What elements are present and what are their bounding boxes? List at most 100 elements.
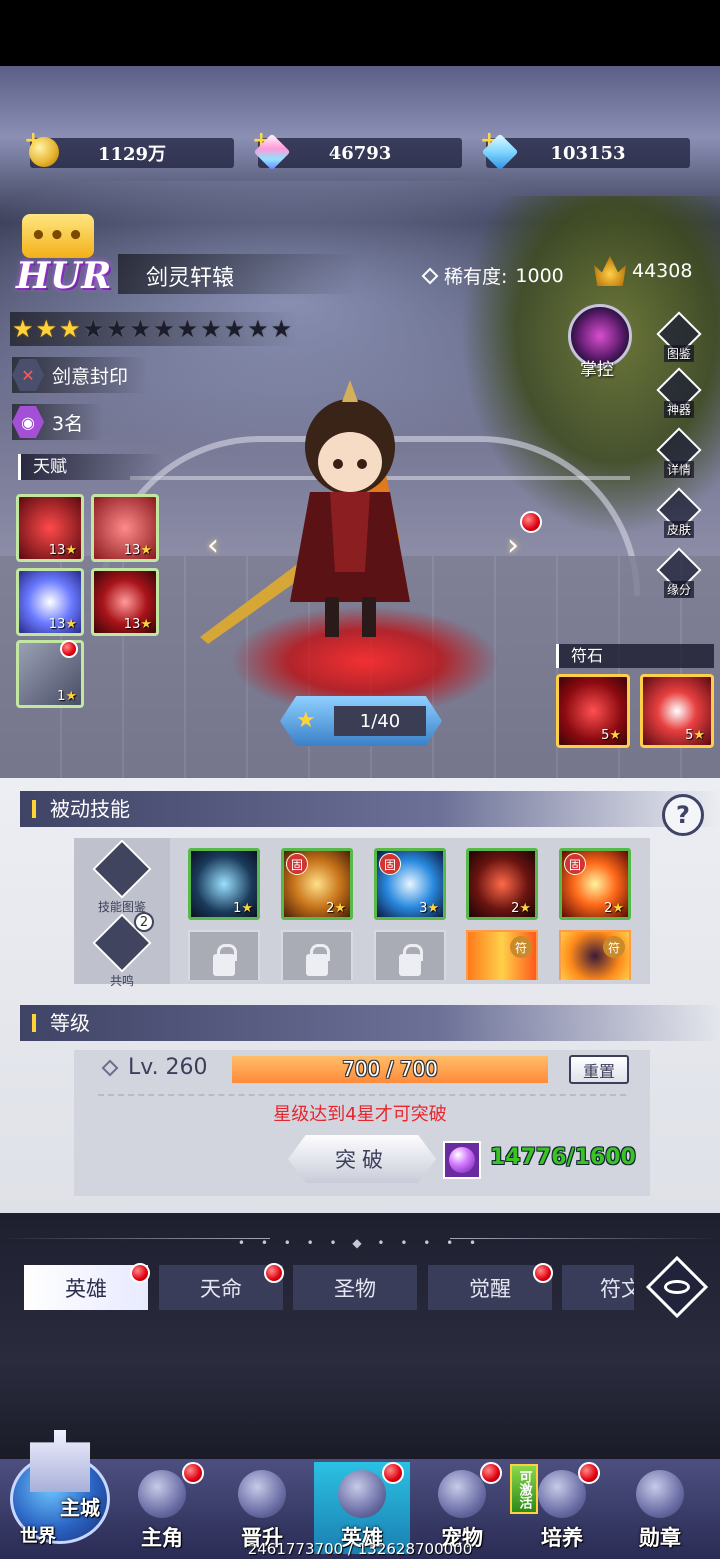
gold-counter[interactable]: + 1129万 [24, 128, 234, 168]
talent-skill-level: 13 [48, 617, 66, 632]
medal-icon [636, 1470, 684, 1518]
talent-skill-2[interactable]: 13★ [91, 494, 159, 562]
passive-skill-4[interactable]: 2★ [466, 848, 538, 920]
tab-relic[interactable]: 圣物 [293, 1265, 417, 1310]
skill-catalog-button[interactable]: 技能图鉴 [86, 839, 158, 915]
rank-tag[interactable]: ◉ 3名 [12, 404, 104, 440]
rune-skill-tag: 符 [510, 936, 532, 958]
book-icon [92, 839, 152, 899]
star-icon: ★ [200, 315, 222, 343]
passive-skill-3[interactable]: 固 3★ [374, 848, 446, 920]
star-icon: ★ [35, 315, 58, 343]
locked-skill-slot[interactable] [374, 930, 446, 980]
star-icon: ★ [65, 617, 77, 632]
star-icon: ★ [140, 543, 152, 558]
main-city-label: 主城 [60, 1496, 100, 1520]
chat-bubble-icon[interactable]: ••• [22, 214, 94, 258]
catalog-button[interactable]: 图鉴 [656, 311, 702, 362]
star-icon: ★ [612, 901, 624, 916]
star-icon: ★ [140, 617, 152, 632]
main-city-button[interactable]: 主城 世界 [4, 1430, 112, 1550]
star-rating: ★ ★ ★ ★ ★ ★ ★ ★ ★ ★ ★ ★ [10, 312, 300, 346]
details-label: 详情 [663, 461, 694, 478]
rune-slot-2[interactable]: 5★ [640, 674, 714, 748]
notification-dot [480, 1462, 502, 1484]
material-count: 14776/1600 [490, 1145, 636, 1170]
rune-skill-tag: 符 [603, 936, 625, 958]
gold-value: 1129万 [97, 144, 167, 165]
skin-label: 皮肤 [663, 521, 694, 538]
passive-skill-2[interactable]: 固 2★ [281, 848, 353, 920]
passive-skill-1[interactable]: 1★ [188, 848, 260, 920]
crossed-swords-icon: ✕ [12, 359, 44, 391]
diamond-value: 103153 [550, 142, 626, 164]
hero-figure[interactable] [200, 372, 450, 662]
details-button[interactable]: 详情 [656, 427, 702, 478]
artifact-button[interactable]: 神器 [656, 367, 702, 418]
rarity-value: 1000 [515, 264, 564, 287]
notification-dot [533, 1263, 553, 1283]
purple-orb-icon [443, 1141, 481, 1179]
talent-skill-level: 13 [123, 617, 141, 632]
help-button[interactable]: ? [662, 794, 704, 836]
notification-dot [520, 511, 542, 533]
castle-icon [30, 1430, 90, 1492]
seal-tag[interactable]: ✕ 剑意封印 [12, 357, 149, 393]
level-text: Lv. 260 [101, 1055, 208, 1080]
resonance-label: 共鸣 [109, 974, 134, 988]
star-icon: ★ [82, 315, 105, 343]
crystal-icon: + [252, 128, 292, 172]
notification-dot [130, 1263, 150, 1283]
passive-skill-tag: 固 [379, 853, 401, 875]
lock-icon [399, 944, 423, 976]
lock-icon [213, 944, 237, 976]
fate-button[interactable]: 缘分 [656, 547, 702, 598]
talent-skill-level: 13 [123, 543, 141, 558]
locked-skill-slot[interactable] [281, 930, 353, 980]
tab-rune-label: 符文 [600, 1276, 634, 1301]
tab-rune[interactable]: 符文 [562, 1265, 634, 1310]
star-icon: ★ [334, 901, 346, 916]
star-upgrade-button[interactable]: ★ 1/40 [280, 696, 442, 746]
star-icon: ★ [223, 315, 246, 343]
star-icon: ★ [609, 728, 621, 743]
diamond-counter[interactable]: + 103153 [480, 128, 690, 171]
reset-button[interactable]: 重置 [569, 1055, 629, 1084]
artifact-label: 神器 [663, 401, 694, 418]
crystal-counter[interactable]: + 46793 [252, 128, 462, 171]
passive-skill-tag: 固 [564, 853, 586, 875]
divider [98, 1094, 626, 1096]
notification-dot [182, 1462, 204, 1484]
passive-skill-5[interactable]: 固 2★ [559, 848, 631, 920]
rank-label: 3名 [52, 412, 84, 435]
talent-skill-1[interactable]: 13★ [16, 494, 84, 562]
skin-button[interactable]: 皮肤 [656, 487, 702, 538]
prev-hero-arrow-icon[interactable]: ‹ [196, 525, 230, 565]
level-header: 等级 [20, 1005, 720, 1041]
star-icon: ★ [427, 901, 439, 916]
talent-header: 天赋 [18, 454, 166, 480]
star-icon: ★ [59, 315, 81, 343]
star-progress: 1/40 [334, 706, 426, 736]
power-value: 44308 [632, 260, 693, 282]
tab-scroll-button[interactable] [644, 1254, 710, 1320]
breakthrough-button[interactable]: 突破 [288, 1135, 436, 1183]
control-label: 掌控 [580, 360, 614, 380]
activatable-badge: 可激活 [510, 1464, 538, 1514]
rune-header: 符石 [556, 644, 714, 668]
fate-label: 缘分 [663, 581, 694, 598]
rune-slot-1[interactable]: 5★ [556, 674, 630, 748]
talent-skill-3[interactable]: 13★ [16, 568, 84, 636]
hero-grade: HUR [16, 255, 112, 297]
crown-icon [594, 256, 626, 286]
rune-skill-slot[interactable]: 符 [559, 930, 631, 980]
gold-coin-icon: + [24, 128, 64, 172]
crystal-value: 46793 [328, 142, 392, 164]
status-bar [0, 0, 720, 66]
locked-skill-slot[interactable] [188, 930, 260, 980]
breakthrough-warning: 星级达到4星才可突破 [273, 1104, 447, 1125]
pet-icon [438, 1470, 486, 1518]
star-icon: ★ [65, 689, 77, 704]
rune-skill-slot[interactable]: 符 [466, 930, 538, 980]
talent-skill-4[interactable]: 13★ [91, 568, 159, 636]
